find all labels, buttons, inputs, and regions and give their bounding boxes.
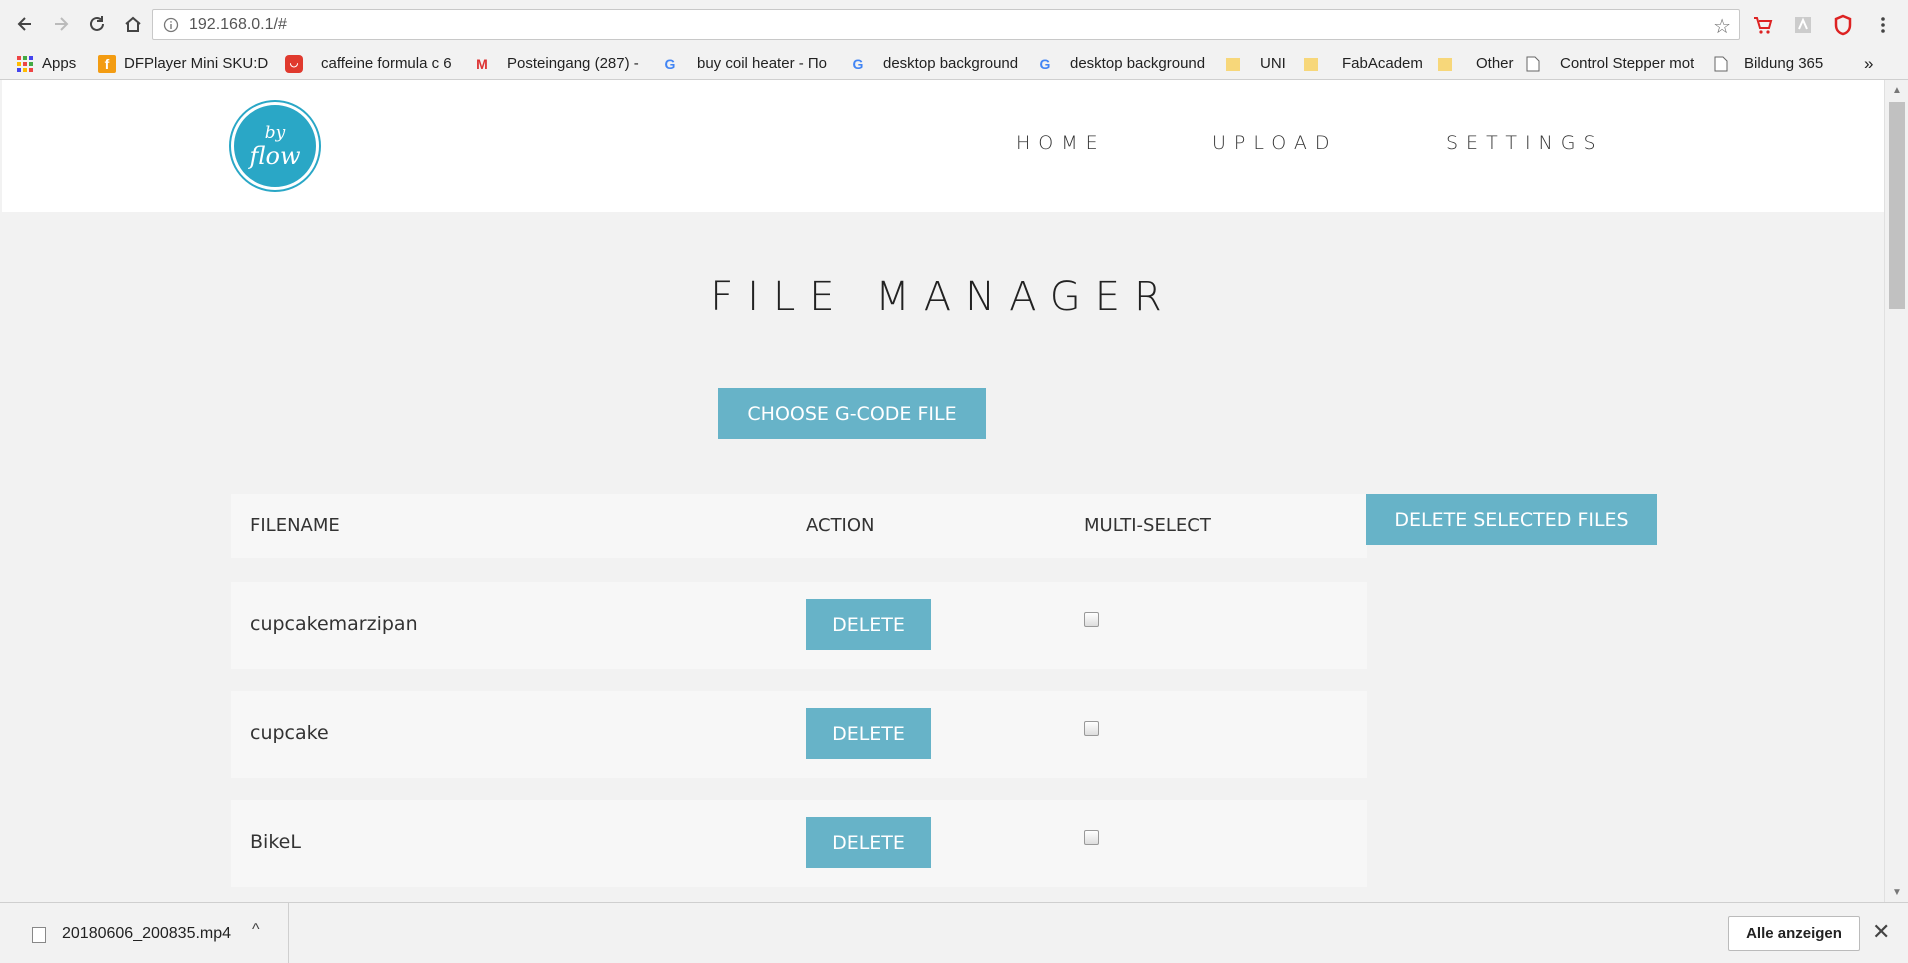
home-icon[interactable]: [118, 9, 148, 39]
reload-icon[interactable]: [82, 9, 112, 39]
google-icon: G: [852, 55, 864, 72]
choose-gcode-file-button[interactable]: CHOOSE G-CODE FILE: [718, 388, 986, 439]
download-item[interactable]: 20180606_200835.mp4 ^: [0, 903, 289, 963]
cart-extension-icon[interactable]: [1750, 12, 1776, 38]
multi-select-checkbox[interactable]: [1084, 721, 1099, 736]
bookmark-dfplayer[interactable]: f DFPlayer Mini SKU:D: [98, 54, 273, 73]
column-action: ACTION: [806, 515, 875, 536]
logo[interactable]: by flow: [231, 102, 319, 190]
scroll-down-icon[interactable]: ▼: [1885, 882, 1908, 902]
info-icon[interactable]: [163, 17, 179, 33]
download-filename: 20180606_200835.mp4: [62, 925, 232, 942]
nav-settings[interactable]: SETTINGS: [1446, 132, 1604, 154]
bookmark-folder-uni[interactable]: UNI: [1224, 55, 1286, 73]
page-icon: [1524, 55, 1542, 73]
page-title: FILE MANAGER: [710, 274, 1176, 320]
bookmark-control-stepper[interactable]: Control Stepper mot: [1524, 55, 1694, 73]
table-row: cupcakemarzipan DELETE: [231, 582, 1367, 669]
delete-button[interactable]: DELETE: [806, 599, 931, 650]
delete-button[interactable]: DELETE: [806, 708, 931, 759]
folder-icon: [1436, 55, 1454, 73]
page-scrollbar[interactable]: ▲ ▼: [1884, 80, 1908, 902]
table-row: cupcake DELETE: [231, 691, 1367, 778]
filename: cupcakemarzipan: [250, 613, 418, 635]
pdf-extension-icon[interactable]: [1790, 12, 1816, 38]
scroll-up-icon[interactable]: ▲: [1885, 80, 1908, 100]
bookmark-bildung-365[interactable]: Bildung 365: [1712, 55, 1832, 73]
bookmark-desktop-background-2[interactable]: G desktop background: [1036, 55, 1208, 73]
delete-selected-files-button[interactable]: DELETE SELECTED FILES: [1366, 494, 1657, 545]
page-content: by flow HOME UPLOAD SETTINGS FILE MANAGE…: [2, 80, 1884, 902]
table-row: BikeL DELETE: [231, 800, 1367, 887]
google-icon: G: [1039, 55, 1051, 72]
bookmarks-bar: Apps f DFPlayer Mini SKU:D ◡ caffeine fo…: [0, 48, 1908, 80]
folder-icon: [1224, 55, 1242, 73]
delete-button[interactable]: DELETE: [806, 817, 931, 868]
show-all-downloads-button[interactable]: Alle anzeigen: [1728, 916, 1860, 951]
column-filename: FILENAME: [250, 515, 340, 536]
menu-icon[interactable]: [1870, 12, 1896, 38]
back-icon[interactable]: [10, 9, 40, 39]
browser-toolbar: 192.168.0.1/# ☆: [0, 0, 1908, 48]
dfrobot-icon: f: [98, 54, 116, 73]
close-icon[interactable]: ✕: [1872, 919, 1890, 945]
google-icon: G: [664, 55, 676, 72]
video-file-icon: [32, 927, 46, 943]
nav-home[interactable]: HOME: [1016, 132, 1106, 154]
bookmark-folder-other[interactable]: Other: [1436, 55, 1518, 73]
downloads-bar: 20180606_200835.mp4 ^ Alle anzeigen ✕: [0, 902, 1908, 963]
bookmark-apps[interactable]: Apps: [16, 55, 86, 73]
multi-select-checkbox[interactable]: [1084, 612, 1099, 627]
scrollbar-thumb[interactable]: [1889, 102, 1905, 309]
forward-icon[interactable]: [46, 9, 76, 39]
bookmarks-overflow-icon[interactable]: »: [1864, 54, 1884, 74]
bookmark-star-icon[interactable]: ☆: [1713, 14, 1731, 39]
filename: BikeL: [250, 831, 301, 853]
apps-grid-icon: [16, 55, 34, 73]
nav-upload[interactable]: UPLOAD: [1212, 132, 1338, 154]
file-table-header: FILENAME ACTION MULTI-SELECT: [231, 494, 1367, 558]
multi-select-checkbox[interactable]: [1084, 830, 1099, 845]
bookmark-caffeine[interactable]: ◡ caffeine formula c 6: [285, 54, 457, 73]
page-icon: [1712, 55, 1730, 73]
site-icon: ◡: [285, 54, 303, 73]
site-header: by flow HOME UPLOAD SETTINGS: [2, 80, 1884, 212]
column-multi-select: MULTI-SELECT: [1084, 515, 1211, 536]
shield-extension-icon[interactable]: [1830, 12, 1856, 38]
filename: cupcake: [250, 722, 329, 744]
gmail-icon: M: [476, 55, 488, 72]
bookmark-posteingang[interactable]: M Posteingang (287) -: [473, 55, 648, 73]
folder-icon: [1302, 55, 1320, 73]
bookmark-desktop-background-1[interactable]: G desktop background: [849, 55, 1021, 73]
bookmark-folder-fabacademy[interactable]: FabAcademy: [1302, 55, 1422, 73]
chevron-up-icon[interactable]: ^: [252, 921, 260, 939]
url-text[interactable]: 192.168.0.1/#: [189, 16, 287, 34]
bookmark-coil-heater[interactable]: G buy coil heater - По: [661, 55, 836, 73]
address-bar[interactable]: 192.168.0.1/# ☆: [152, 9, 1740, 40]
